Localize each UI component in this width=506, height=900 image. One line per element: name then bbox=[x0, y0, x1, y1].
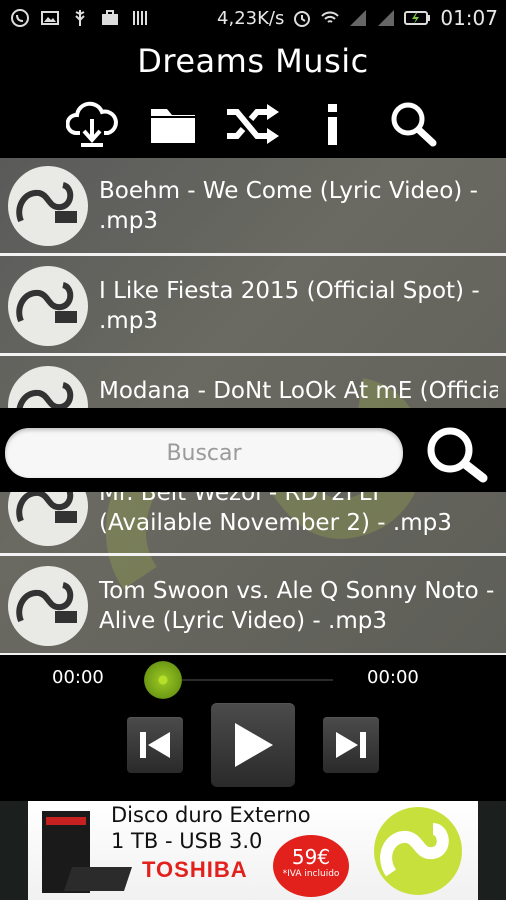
search-icon bbox=[427, 427, 488, 483]
track-list[interactable]: Boehm - We Come (Lyric Video) - .mp3 I L… bbox=[0, 158, 506, 655]
folder-button[interactable] bbox=[145, 96, 201, 152]
ad-price-badge: 59€ *IVA incluido bbox=[273, 835, 349, 897]
track-title: Tom Swoon vs. Ale Q Sonny Noto - Alive (… bbox=[99, 578, 495, 634]
briefcase-icon bbox=[102, 10, 118, 25]
search-button[interactable] bbox=[386, 96, 442, 152]
shuffle-icon bbox=[226, 104, 279, 144]
cloud-download-icon bbox=[66, 101, 119, 147]
clock: 01:07 bbox=[440, 6, 498, 30]
duration-time: 00:00 bbox=[367, 667, 419, 688]
app-title: Dreams Music bbox=[137, 42, 369, 80]
ad-banner[interactable]: Disco duro Externo 1 TB - USB 3.0 TOSHIB… bbox=[0, 801, 506, 900]
list-item[interactable]: I Like Fiesta 2015 (Official Spot) - .mp… bbox=[0, 258, 506, 356]
ad-content[interactable]: Disco duro Externo 1 TB - USB 3.0 TOSHIB… bbox=[28, 801, 478, 900]
seek-track[interactable] bbox=[163, 679, 333, 681]
barcode-icon bbox=[133, 11, 147, 25]
previous-icon bbox=[140, 732, 170, 758]
whatsapp-icon bbox=[11, 9, 29, 27]
info-button[interactable] bbox=[305, 96, 361, 152]
dreams-music-logo-icon bbox=[16, 281, 77, 323]
network-speed: 4,23K/s bbox=[217, 7, 285, 29]
play-button[interactable] bbox=[211, 703, 295, 787]
ad-subheadline: 1 TB - USB 3.0 bbox=[111, 829, 263, 853]
alarm-icon bbox=[294, 11, 311, 27]
dreams-music-logo-icon bbox=[16, 181, 77, 223]
shuffle-button[interactable] bbox=[225, 96, 281, 152]
search-submit-button[interactable] bbox=[420, 424, 496, 484]
track-avatar bbox=[8, 265, 88, 346]
track-title: I Like Fiesta 2015 (Official Spot) - .mp… bbox=[99, 278, 480, 334]
next-icon bbox=[336, 732, 366, 758]
search-bar bbox=[0, 408, 506, 492]
wifi-icon bbox=[321, 11, 340, 23]
ad-brand: TOSHIBA bbox=[142, 857, 248, 882]
dreams-music-logo-icon bbox=[374, 807, 462, 895]
folder-icon bbox=[150, 109, 195, 143]
play-icon bbox=[235, 723, 273, 767]
seek-thumb[interactable] bbox=[144, 661, 182, 699]
dreams-music-logo-icon bbox=[16, 581, 77, 623]
info-icon bbox=[328, 104, 338, 145]
search-icon bbox=[391, 102, 437, 147]
toolbar bbox=[0, 96, 506, 152]
player: 00:00 00:00 bbox=[0, 655, 506, 801]
track-avatar bbox=[8, 565, 88, 646]
track-avatar bbox=[8, 165, 88, 246]
elapsed-time: 00:00 bbox=[52, 667, 104, 688]
previous-button[interactable] bbox=[127, 717, 183, 773]
battery-charging-icon bbox=[404, 11, 431, 25]
ad-price-note: *IVA incluido bbox=[282, 869, 340, 879]
track-title: Boehm - We Come (Lyric Video) - .mp3 bbox=[99, 178, 478, 234]
signal-icon bbox=[350, 10, 367, 26]
next-button[interactable] bbox=[323, 717, 379, 773]
list-item[interactable]: Boehm - We Come (Lyric Video) - .mp3 bbox=[0, 158, 506, 256]
signal-icon bbox=[378, 10, 395, 26]
download-button[interactable] bbox=[64, 96, 120, 152]
status-bar: 4,23K/s 01:07 bbox=[0, 0, 506, 36]
ad-price: 59€ bbox=[291, 845, 331, 869]
list-item[interactable]: Tom Swoon vs. Ale Q Sonny Noto - Alive (… bbox=[0, 558, 506, 655]
track-title: Modana - DoNt LoOk At mE (Official bbox=[99, 378, 498, 404]
usb-icon bbox=[75, 10, 85, 26]
search-input[interactable] bbox=[5, 428, 403, 478]
image-icon bbox=[41, 11, 59, 25]
ad-headline: Disco duro Externo bbox=[111, 803, 311, 827]
